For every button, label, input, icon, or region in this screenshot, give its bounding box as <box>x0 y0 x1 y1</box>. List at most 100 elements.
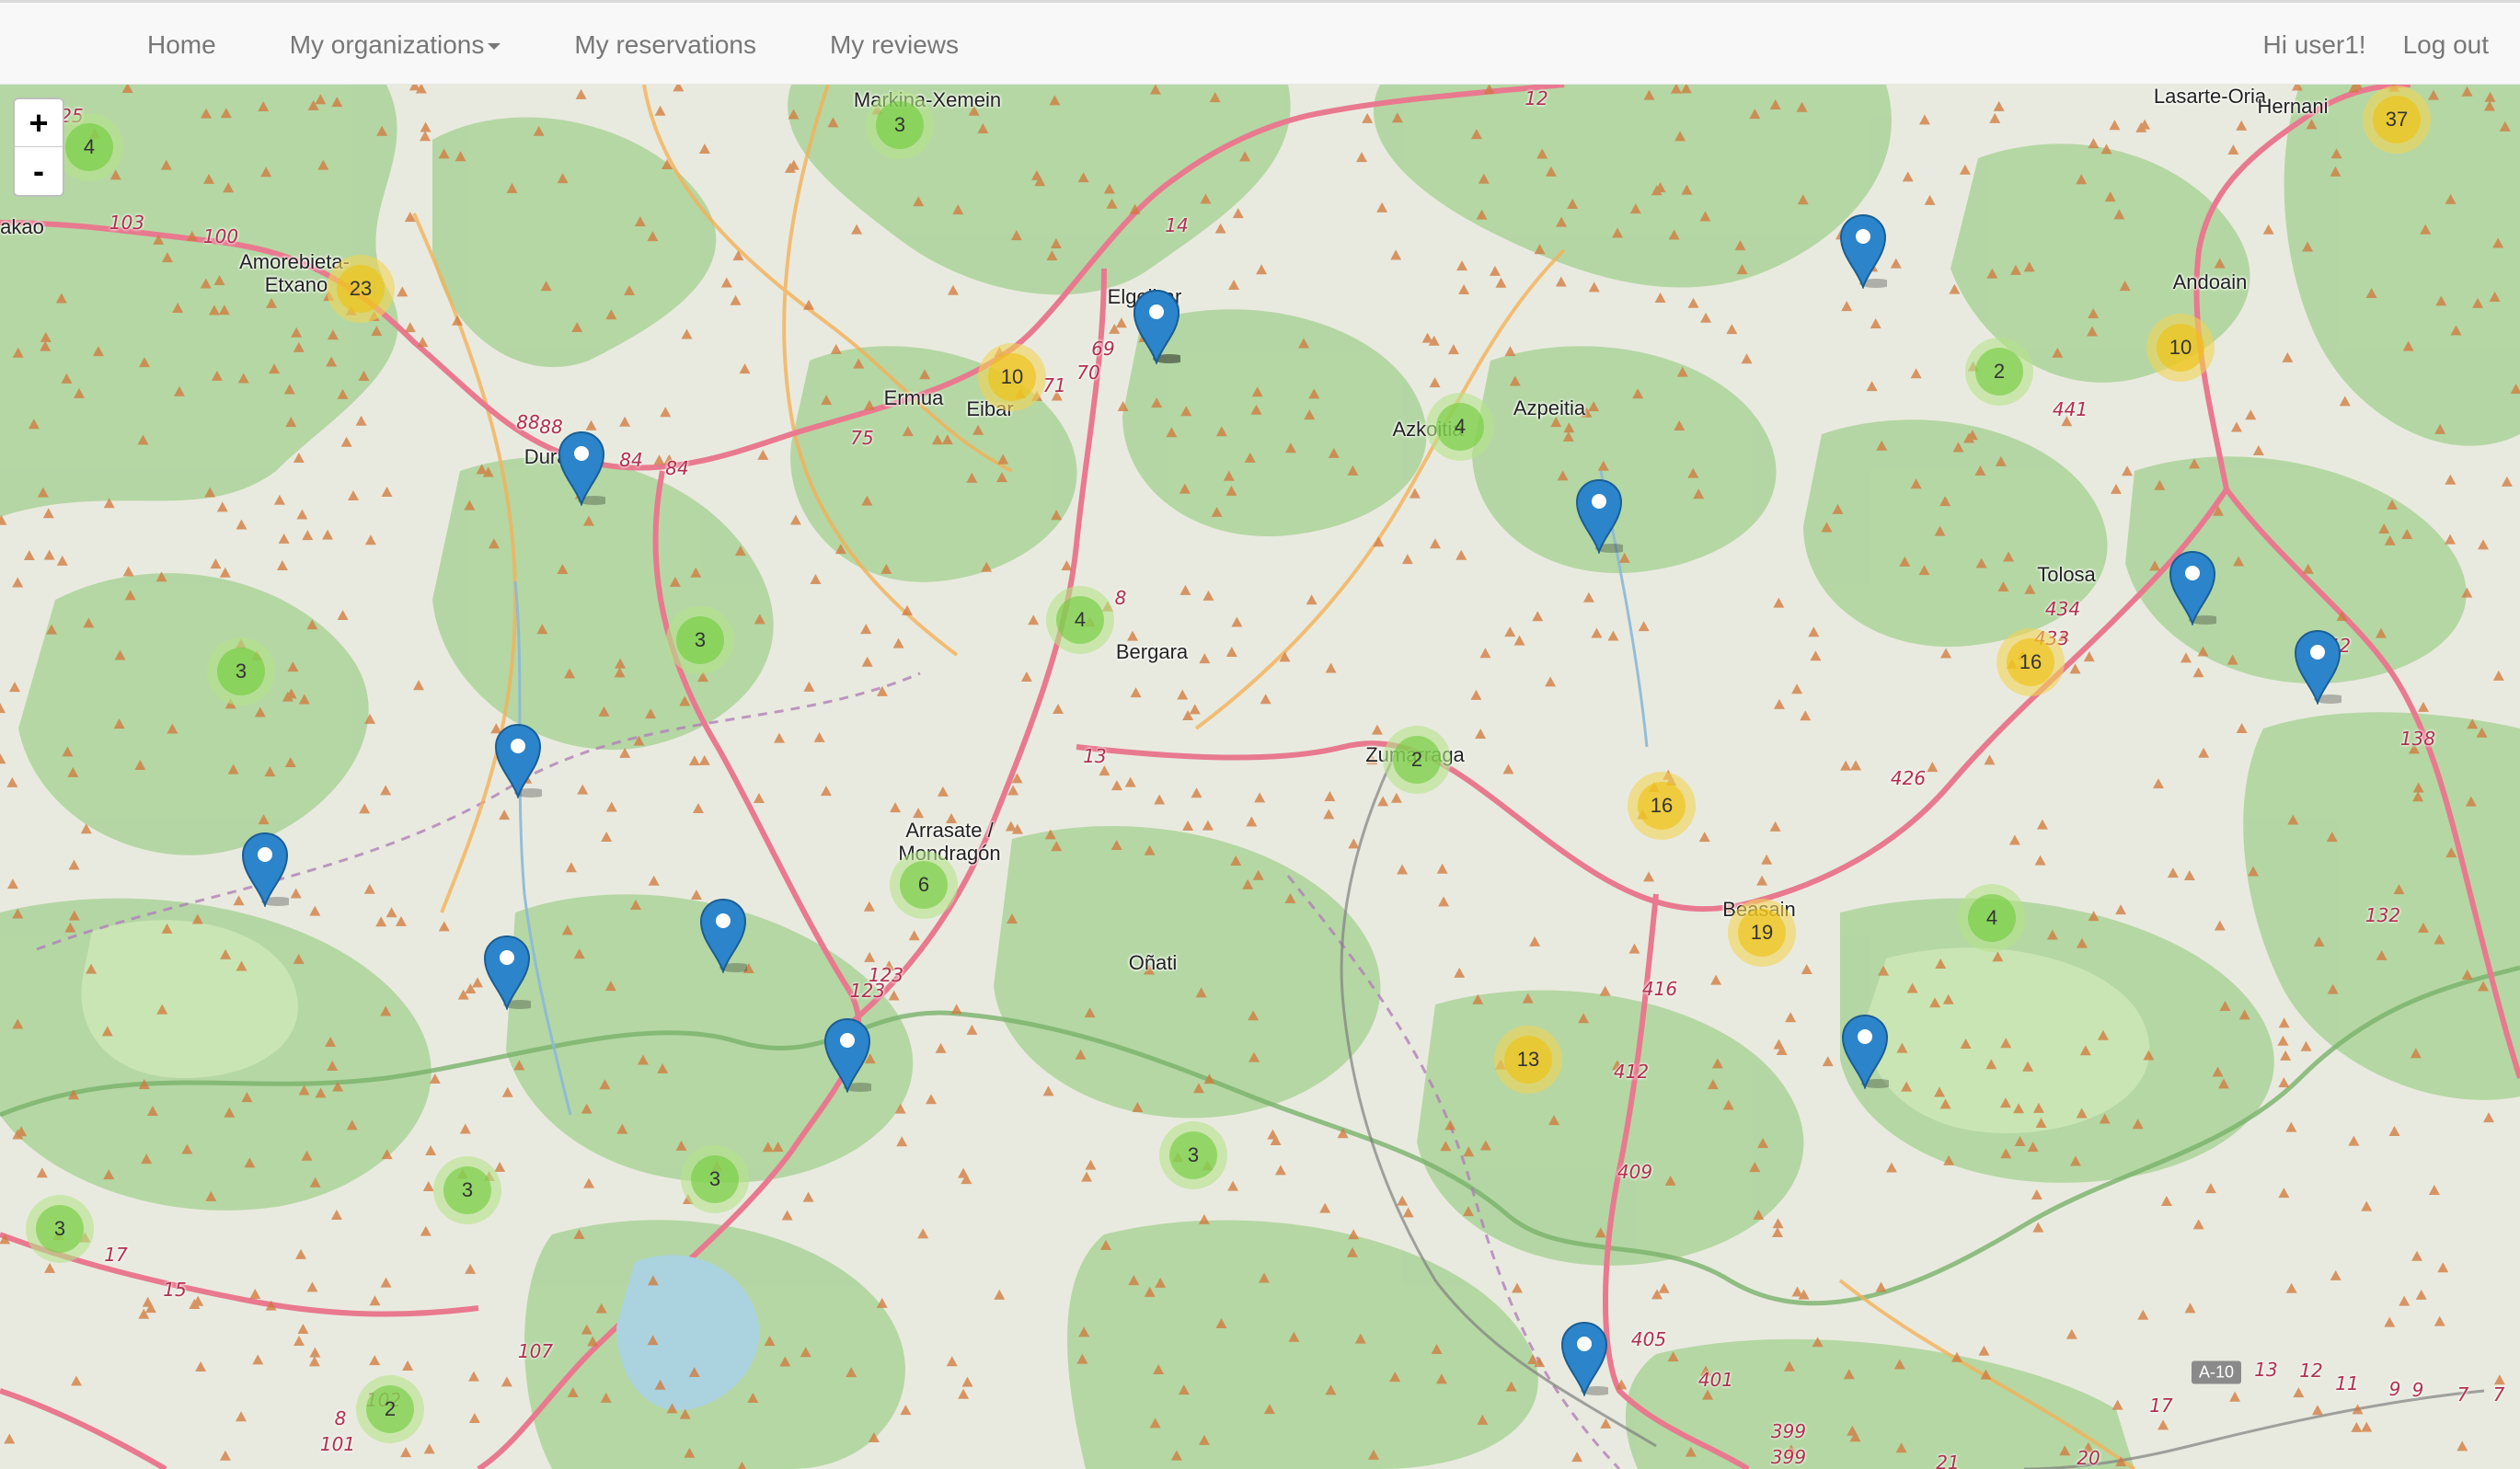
road-number-label: 123 <box>849 980 886 1002</box>
place-label: Ermua <box>883 386 944 409</box>
zoom-in-button[interactable]: + <box>15 99 63 147</box>
cluster-count: 37 <box>2373 96 2421 143</box>
location-marker-icon[interactable] <box>1575 478 1628 556</box>
marker-cluster[interactable]: 3 <box>1159 1121 1227 1189</box>
caret-down-icon <box>488 43 501 51</box>
location-marker-icon[interactable] <box>823 1017 877 1095</box>
cluster-count: 16 <box>1638 782 1686 830</box>
location-marker-icon[interactable] <box>241 832 294 909</box>
nav-organizations-label: My organizations <box>289 30 485 59</box>
road-number-label: 71 <box>1042 374 1066 396</box>
navbar: Home My organizations My reservations My… <box>0 0 2520 85</box>
nav-reservations-link[interactable]: My reservations <box>537 30 793 60</box>
road-number-label: 20 <box>2077 1447 2100 1469</box>
road-number-label: 399 <box>1770 1446 1807 1468</box>
road-number-label: 21 <box>1936 1452 1960 1469</box>
road-number-label: 7 <box>2457 1383 2469 1406</box>
location-marker-icon[interactable] <box>494 723 547 800</box>
marker-cluster[interactable]: 4 <box>1958 884 2026 952</box>
road-number-label: 405 <box>1630 1328 1667 1350</box>
cluster-count: 4 <box>1968 894 2016 942</box>
road-number-label: 13 <box>1083 745 1107 767</box>
location-marker-icon[interactable] <box>1560 1321 1614 1398</box>
road-number-label: 426 <box>1890 767 1927 789</box>
road-number-label: 434 <box>2044 598 2081 620</box>
road-number-label: 9 <box>2388 1378 2401 1400</box>
zoom-out-button[interactable]: - <box>15 147 63 195</box>
nav-reviews-link[interactable]: My reviews <box>793 30 995 60</box>
cluster-count: 4 <box>65 123 113 171</box>
marker-cluster[interactable]: 4 <box>55 113 123 181</box>
road-number-label: 13 <box>2254 1359 2278 1381</box>
road-number-label: 75 <box>850 427 874 449</box>
marker-cluster[interactable]: 6 <box>890 851 958 919</box>
marker-cluster[interactable]: 13 <box>1494 1026 1562 1094</box>
cluster-count: 3 <box>217 648 265 695</box>
location-marker-icon[interactable] <box>1133 289 1186 366</box>
road-number-label: 15 <box>163 1279 187 1301</box>
marker-cluster[interactable]: 3 <box>433 1156 501 1224</box>
nav-left: Home My organizations My reservations My… <box>110 3 995 87</box>
location-marker-icon[interactable] <box>2169 550 2222 627</box>
road-number-label: 107 <box>517 1340 554 1362</box>
road-number-label: 14 <box>1165 214 1189 236</box>
cluster-count: 3 <box>676 616 724 664</box>
marker-cluster[interactable]: 3 <box>681 1145 749 1213</box>
cluster-count: 3 <box>1169 1131 1217 1179</box>
marker-cluster[interactable]: 3 <box>866 91 934 159</box>
marker-cluster[interactable]: 23 <box>327 255 395 323</box>
marker-cluster[interactable]: 2 <box>356 1375 424 1443</box>
road-number-label: 103 <box>109 212 145 234</box>
cluster-count: 19 <box>1738 909 1786 957</box>
road-number-label: 132 <box>2365 904 2401 926</box>
marker-cluster[interactable]: 2 <box>1965 338 2033 406</box>
marker-cluster[interactable]: 16 <box>1996 628 2065 696</box>
road-number-label: 441 <box>2052 398 2088 420</box>
place-label: Bergara <box>1115 640 1189 663</box>
location-marker-icon[interactable] <box>1839 213 1893 291</box>
cluster-count: 3 <box>36 1205 84 1253</box>
marker-cluster[interactable]: 19 <box>1728 899 1796 967</box>
marker-cluster[interactable]: 3 <box>666 606 734 674</box>
place-label: Hernani <box>2257 95 2329 118</box>
location-marker-icon[interactable] <box>699 898 753 975</box>
cluster-count: 10 <box>2157 324 2204 372</box>
road-number-label: 70 <box>1076 362 1100 384</box>
cluster-count: 10 <box>988 353 1036 401</box>
cluster-count: 16 <box>2007 638 2054 686</box>
cluster-count: 3 <box>691 1155 739 1203</box>
marker-cluster[interactable]: 10 <box>2146 314 2215 382</box>
marker-cluster[interactable]: 37 <box>2363 86 2431 154</box>
nav-organizations-dropdown[interactable]: My organizations <box>253 30 538 60</box>
marker-cluster[interactable]: 2 <box>1383 726 1451 794</box>
marker-cluster[interactable]: 4 <box>1426 393 1494 461</box>
zoom-control: + - <box>13 98 64 197</box>
marker-cluster[interactable]: 4 <box>1046 586 1114 654</box>
logout-link[interactable]: Log out <box>2385 30 2520 60</box>
road-number-label: 8 <box>334 1407 347 1429</box>
road-number-label: 401 <box>1697 1369 1734 1391</box>
road-number-label: 7 <box>2492 1383 2505 1406</box>
highway-shield: A-10 <box>2191 1360 2242 1384</box>
nav-home-link[interactable]: Home <box>110 30 253 60</box>
marker-cluster[interactable]: 10 <box>978 343 1046 411</box>
road-number-label: 101 <box>319 1433 356 1455</box>
place-label: Azpeitia <box>1513 396 1586 419</box>
location-marker-icon[interactable] <box>558 430 611 508</box>
cluster-count: 6 <box>900 861 948 909</box>
marker-cluster[interactable]: 3 <box>207 637 275 706</box>
location-marker-icon[interactable] <box>1841 1014 1894 1091</box>
road-number-label: 409 <box>1617 1161 1653 1183</box>
marker-cluster[interactable]: 3 <box>26 1195 94 1263</box>
cluster-count: 3 <box>443 1166 491 1214</box>
location-marker-icon[interactable] <box>483 935 536 1012</box>
user-greeting-link[interactable]: Hi user1! <box>2245 30 2385 60</box>
marker-cluster[interactable]: 16 <box>1628 772 1696 840</box>
map-canvas[interactable]: Markina-Xemein Lasarte-Oria Hernani akao Amo… <box>0 85 2520 1469</box>
nav-right: Hi user1! Log out <box>2245 3 2520 87</box>
location-marker-icon[interactable] <box>2294 629 2347 706</box>
road-number-label: 412 <box>1613 1061 1650 1083</box>
road-number-label: 17 <box>104 1244 128 1266</box>
cluster-count: 2 <box>1975 348 2023 396</box>
cluster-count: 23 <box>337 265 385 313</box>
